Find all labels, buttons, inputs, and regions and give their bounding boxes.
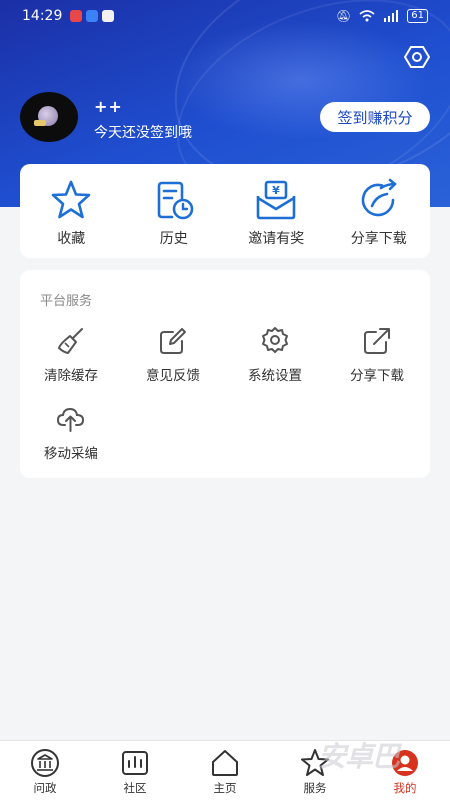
- broom-icon: [58, 328, 83, 354]
- service-mobile-editing[interactable]: 移动采编: [20, 404, 122, 462]
- signal-icon: [384, 10, 399, 22]
- checkin-button[interactable]: 签到赚积分: [320, 102, 430, 132]
- quick-actions-card: 收藏 历史 ¥ 邀请有奖 分享下载: [20, 164, 430, 258]
- tab-label: 问政: [33, 781, 57, 795]
- cloud-upload-icon: [56, 407, 85, 432]
- quick-action-favorites[interactable]: 收藏: [20, 164, 123, 258]
- service-label: 意见反馈: [146, 368, 200, 384]
- service-settings[interactable]: 系统设置: [224, 326, 326, 384]
- service-feedback[interactable]: 意见反馈: [122, 326, 224, 384]
- battery-indicator: 61: [407, 9, 428, 23]
- user-name: ++: [94, 97, 123, 116]
- tab-label: 我的: [393, 781, 417, 795]
- status-time: 14:29: [22, 8, 63, 24]
- notification-app-icon: [86, 10, 99, 22]
- feedback-edit-icon: [160, 328, 186, 354]
- community-icon: [122, 751, 148, 775]
- notification-app-icon: [102, 10, 115, 22]
- status-bar: 14:29 🔕︎ 61: [0, 0, 450, 32]
- tab-community[interactable]: 社区: [90, 741, 180, 800]
- service-label: 移动采编: [44, 446, 98, 462]
- share-icon: [364, 328, 390, 354]
- gear-icon: [262, 327, 288, 353]
- service-label: 清除缓存: [44, 368, 98, 384]
- tab-label: 社区: [123, 781, 147, 795]
- tab-home[interactable]: 主页: [180, 741, 270, 800]
- invite-reward-icon: ¥: [256, 180, 296, 220]
- quick-action-share[interactable]: 分享下载: [328, 164, 431, 258]
- quick-action-label: 收藏: [57, 231, 86, 247]
- service-share-download[interactable]: 分享下载: [326, 326, 428, 384]
- quick-action-label: 邀请有奖: [248, 231, 305, 247]
- mute-icon: 🔕︎: [336, 9, 352, 23]
- watermark-logo: 安卓巴: [318, 740, 400, 773]
- service-label: 系统设置: [248, 368, 302, 384]
- services-title: 平台服务: [40, 294, 93, 309]
- settings-hex-icon[interactable]: [404, 44, 430, 70]
- quick-action-label: 历史: [159, 231, 188, 247]
- tab-label: 主页: [213, 781, 237, 795]
- quick-action-history[interactable]: 历史: [123, 164, 226, 258]
- quick-action-label: 分享下载: [350, 231, 407, 247]
- star-icon: [51, 180, 91, 219]
- politics-icon: [31, 749, 59, 777]
- share-icon: [361, 178, 397, 217]
- quick-action-invite[interactable]: ¥ 邀请有奖: [225, 164, 328, 258]
- notification-app-icon: [70, 10, 83, 22]
- svg-text:¥: ¥: [272, 184, 280, 197]
- home-icon: [212, 750, 238, 776]
- wifi-icon: [359, 10, 375, 22]
- service-clear-cache[interactable]: 清除缓存: [20, 326, 122, 384]
- checkin-status-text: 今天还没签到哦: [94, 125, 192, 141]
- tab-label: 服务: [303, 781, 327, 795]
- service-label: 分享下载: [350, 368, 404, 384]
- history-icon: [157, 181, 194, 220]
- tab-politics[interactable]: 问政: [0, 741, 90, 800]
- platform-services-card: 平台服务 清除缓存 意见反馈 系统设置 分享下载 移动采编: [20, 270, 430, 478]
- avatar[interactable]: [20, 92, 78, 142]
